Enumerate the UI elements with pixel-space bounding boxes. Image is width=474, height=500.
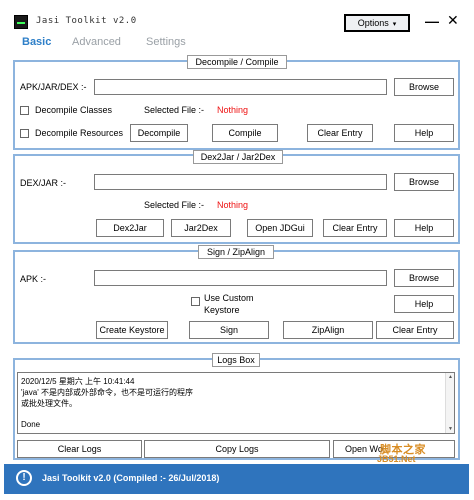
options-label: Options [357,18,389,28]
dex2jar-help-button[interactable]: Help [394,219,454,237]
compile-button[interactable]: Compile [212,124,278,142]
decompile-resources-checkbox[interactable] [20,129,29,138]
decompile-browse-button[interactable]: Browse [394,78,454,96]
scroll-up-icon[interactable]: ▲ [448,374,453,380]
log-line: 'java' 不是内部或外部命令，也不是可运行的程序 [21,388,193,397]
sign-browse-button[interactable]: Browse [394,269,454,287]
sign-help-button[interactable]: Help [394,295,454,313]
logs-section-title: Logs Box [212,353,260,367]
dex-path-input[interactable] [94,174,387,190]
selected-file-value: Nothing [217,105,249,115]
sign-clear-entry-button[interactable]: Clear Entry [376,321,454,339]
dex2jar-selected-file-value: Nothing [217,200,249,210]
decompile-clear-entry-button[interactable]: Clear Entry [307,124,373,142]
zipalign-button[interactable]: ZipAlign [283,321,373,339]
log-line: 2020/12/5 星期六 上午 10:41:44 [21,377,135,386]
log-line: Done [21,420,41,429]
sign-button[interactable]: Sign [189,321,269,339]
dex2jar-clear-entry-button[interactable]: Clear Entry [323,219,387,237]
tab-settings[interactable]: Settings [146,36,186,48]
dex2jar-panel [13,154,460,244]
caret-down-icon: ▾ [392,21,397,28]
create-keystore-button[interactable]: Create Keystore [96,321,168,339]
use-custom-label: Use Custom [204,293,254,303]
clear-logs-button[interactable]: Clear Logs [17,440,142,458]
window-title: Jasi Toolkit v2.0 [36,16,137,26]
decompile-section-title: Decompile / Compile [187,55,287,69]
watermark-url: JB51.Net [377,454,416,464]
status-bar: ! Jasi Toolkit v2.0 (Compiled :- 26/Jul/… [4,464,469,494]
dex2jar-section-title: Dex2Jar / Jar2Dex [193,150,283,164]
sign-section-title: Sign / ZipAlign [198,245,274,259]
selected-file-label: Selected File :- [144,105,205,115]
tab-basic[interactable]: Basic [22,36,51,48]
copy-logs-button[interactable]: Copy Logs [144,440,330,458]
tab-advanced[interactable]: Advanced [72,36,121,48]
apk-jar-dex-label: APK/JAR/DEX :- [20,82,87,92]
dex2jar-selected-file-label: Selected File :- [144,200,205,210]
logs-textarea[interactable]: 2020/12/5 星期六 上午 10:41:44 'java' 不是内部或外部… [17,372,455,434]
jar2dex-button[interactable]: Jar2Dex [171,219,231,237]
info-icon: ! [16,470,32,486]
status-text: Jasi Toolkit v2.0 (Compiled :- 26/Jul/20… [42,473,220,483]
app-icon [14,15,28,29]
use-custom-keystore-checkbox[interactable] [191,297,200,306]
keystore-label: Keystore [204,305,240,315]
sign-apk-path-input[interactable] [94,270,387,286]
apk-label: APK :- [20,274,47,284]
minimize-button[interactable]: — [425,13,439,29]
decompile-button[interactable]: Decompile [130,124,188,142]
logs-scrollbar[interactable]: ▲ ▼ [445,373,454,433]
options-dropdown[interactable]: Options ▾ [344,14,410,32]
decompile-help-button[interactable]: Help [394,124,454,142]
decompile-resources-label: Decompile Resources [35,128,124,138]
decompile-classes-checkbox[interactable] [20,106,29,115]
scroll-down-icon[interactable]: ▼ [448,426,453,432]
apk-path-input[interactable] [94,79,387,95]
close-button[interactable]: ✕ [447,12,459,29]
decompile-classes-label: Decompile Classes [35,105,113,115]
dex2jar-button[interactable]: Dex2Jar [96,219,164,237]
open-jdgui-button[interactable]: Open JDGui [247,219,313,237]
dex-jar-label: DEX/JAR :- [20,178,67,188]
dex2jar-browse-button[interactable]: Browse [394,173,454,191]
log-line: 或批处理文件。 [21,399,77,408]
